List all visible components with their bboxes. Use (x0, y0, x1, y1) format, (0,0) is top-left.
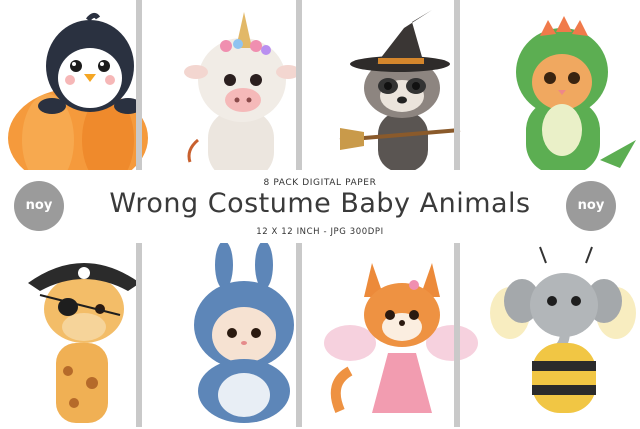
elephant-bee-illustration (490, 246, 636, 413)
logo-text: noy (577, 198, 605, 213)
panel-divider (136, 243, 142, 427)
pack-label: 8 PACK DIGITAL PAPER (263, 178, 377, 188)
cat-dinosaur-illustration (516, 16, 636, 174)
specs-label: 12 X 12 INCH - JPG 300DPI (256, 227, 384, 237)
panel-elephant-bee (480, 243, 640, 429)
page-title: Wrong Costume Baby Animals (109, 188, 531, 219)
logo-text: noy (25, 198, 53, 213)
panel-divider (296, 0, 302, 172)
panel-divider (136, 0, 142, 172)
panel-divider (454, 0, 460, 172)
panel-cat-dinosaur (480, 0, 640, 186)
brand-logo-left: noy (14, 181, 64, 231)
panel-divider (296, 243, 302, 427)
panel-divider (454, 243, 460, 427)
brand-logo-right: noy (566, 181, 616, 231)
